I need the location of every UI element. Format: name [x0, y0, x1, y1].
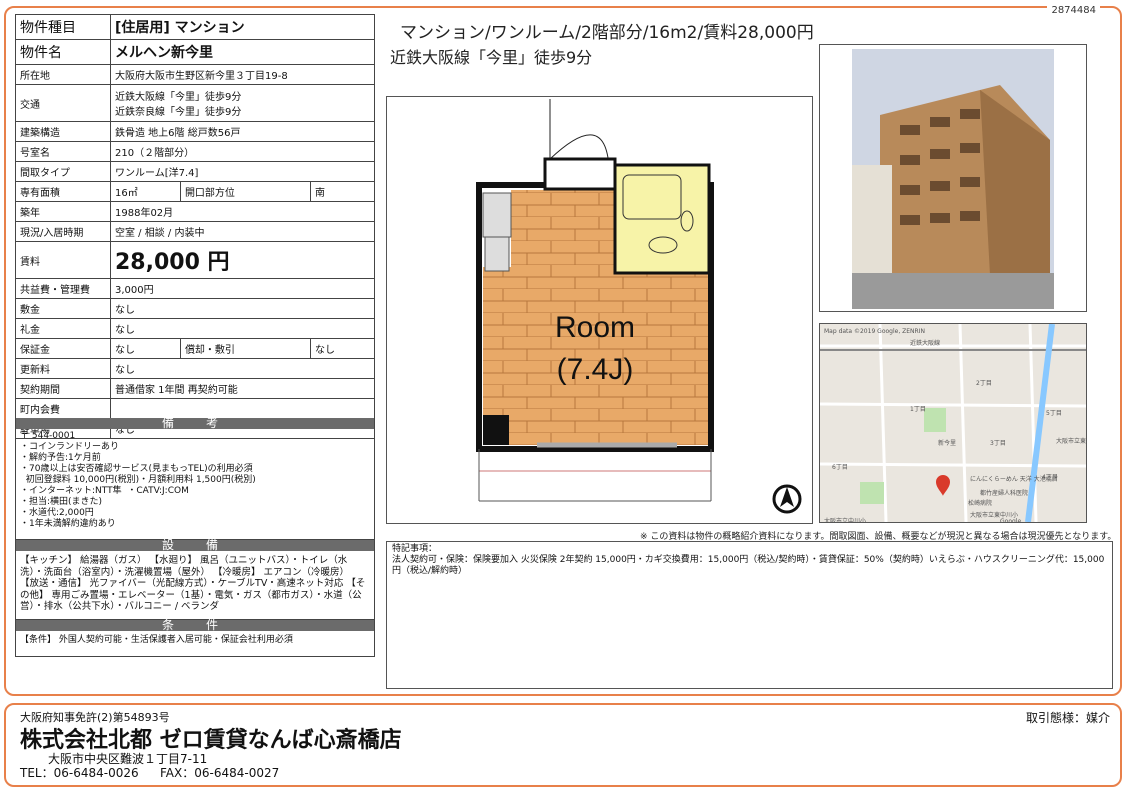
spec-value: なし — [110, 338, 181, 359]
equipment-box: 設 備 【キッチン】 給湯器（ガス） 【水廻り】 風呂（ユニットバス）・トイレ（… — [15, 539, 375, 620]
map-label: 3丁目 — [990, 440, 1006, 447]
spec-row: 敷金 なし — [15, 298, 375, 319]
spec-label: 敷金 — [15, 298, 111, 319]
spec-value: 28,000 円 — [110, 241, 375, 279]
map-label: Map data ©2019 Google, ZENRIN — [824, 328, 925, 335]
floor-plan: Room (7.4J) — [386, 96, 813, 524]
spec-label: 償却・敷引 — [179, 338, 311, 359]
spec-row: 交通 近鉄大阪線「今里」徒歩9分 近鉄奈良線「今里」徒歩9分 — [15, 84, 375, 122]
listing-title: マンション/ワンルーム/2階部分/16m2/賃料28,000円 — [400, 23, 814, 43]
spec-value: 南 — [309, 181, 376, 202]
spec-row: 保証金 なし 償却・敷引 なし — [15, 338, 376, 359]
spec-label: 開口部方位 — [179, 181, 311, 202]
spec-row: 築年 1988年02月 — [15, 201, 375, 222]
room-size-label: (7.4J) — [557, 353, 634, 386]
spec-value: 普通借家 1年間 再契約可能 — [110, 378, 375, 399]
reference-number: 2874484 — [1047, 5, 1100, 16]
map-label: 大阪市立中川小 — [824, 518, 867, 523]
spec-label: 所在地 — [15, 64, 111, 85]
agency-footer: 大阪府知事免許(2)第54893号 株式会社北都 ゼロ賃貸なんば心斎橋店 大阪市… — [4, 703, 1122, 787]
spec-value: [住居用] マンション — [110, 14, 375, 40]
spec-label: 物件種目 — [15, 14, 111, 40]
map-label: 新今里 — [938, 440, 957, 447]
spec-value: 210（２階部分） — [110, 141, 375, 162]
remarks-heading: 備 考 — [16, 417, 374, 429]
special-notes: 特記事項： 法人契約可・保険：保険要加入 火災保険 2年契約 15,000円・カ… — [386, 541, 1113, 689]
spec-row: 契約期間 普通借家 1年間 再契約可能 — [15, 378, 375, 399]
spec-row: 号室名 210（２階部分） — [15, 141, 375, 162]
map-label: 1丁目 — [910, 406, 926, 413]
fax-number: FAX：06-6484-0027 — [160, 766, 280, 780]
map-label: にんにくらーめん 天洋 大池橋店 — [970, 476, 1058, 483]
spec-label: 更新料 — [15, 358, 111, 379]
spec-row: 物件種目 [住居用] マンション — [15, 14, 375, 40]
spec-value: なし — [309, 338, 376, 359]
map-label: 2丁目 — [976, 380, 992, 387]
transaction-type: 取引態様：媒介 — [1025, 711, 1110, 725]
spec-label: 間取タイプ — [15, 161, 111, 182]
spec-value: メルヘン新今里 — [110, 39, 375, 65]
map-label: 都竹産婦人科医院 — [980, 490, 1029, 497]
spec-label: 専有面積 — [15, 181, 111, 202]
spec-value — [110, 398, 375, 419]
remarks-box: 備 考 〒 544-0001 ・コインランドリーあり ・解約予告:1ケ月前 ・7… — [15, 417, 375, 540]
spec-label: 建築構造 — [15, 121, 111, 142]
spec-label: 保証金 — [15, 338, 111, 359]
spec-row: 現況/入居時期 空室 / 相談 / 内装中 — [15, 221, 375, 242]
conditions-text: 【条件】 外国人契約可能・生活保護者入居可能・保証会社利用必須 — [20, 635, 293, 645]
spec-row: 建築構造 鉄骨造 地上6階 総戸数56戸 — [15, 121, 375, 142]
property-spec-table: 物件種目 [住居用] マンション 物件名 メルヘン新今里 所在地 大阪府大阪市生野区新今里… — [15, 14, 376, 439]
spec-value: 空室 / 相談 / 内装中 — [110, 221, 375, 242]
spec-value: なし — [110, 298, 375, 319]
spec-row: 共益費・管理費 3,000円 — [15, 278, 375, 299]
spec-value: ワンルーム[洋7.4] — [110, 161, 375, 182]
map-label: 6丁目 — [832, 464, 848, 471]
spec-value: 16㎡ — [110, 181, 181, 202]
room-label: Room — [555, 311, 635, 344]
spec-row: 物件名 メルヘン新今里 — [15, 39, 375, 65]
spec-value: なし — [110, 358, 375, 379]
map-label: 大阪市立東生野中 — [1056, 438, 1087, 445]
spec-value: なし — [110, 318, 375, 339]
phone-number: TEL：06-6484-0026 — [20, 766, 139, 780]
map-label: Google — [1000, 518, 1022, 523]
spec-label: 礼金 — [15, 318, 111, 339]
map-label: 松崎病院 — [968, 500, 993, 507]
spec-label: 町内会費 — [15, 398, 111, 419]
spec-row: 礼金 なし — [15, 318, 375, 339]
spec-value: 鉄骨造 地上6階 総戸数56戸 — [110, 121, 375, 142]
spec-label: 築年 — [15, 201, 111, 222]
spec-value: 3,000円 — [110, 278, 375, 299]
spec-value: 近鉄大阪線「今里」徒歩9分 近鉄奈良線「今里」徒歩9分 — [110, 84, 375, 122]
spec-row: 間取タイプ ワンルーム[洋7.4] — [15, 161, 375, 182]
spec-label: 現況/入居時期 — [15, 221, 111, 242]
conditions-heading: 条 件 — [16, 619, 374, 631]
conditions-box: 条 件 【条件】 外国人契約可能・生活保護者入居可能・保証会社利用必須 — [15, 619, 375, 657]
floor-plan-drawing: Room (7.4J) — [476, 99, 802, 514]
spec-label: 号室名 — [15, 141, 111, 162]
spec-row: 専有面積 16㎡ 開口部方位南 — [15, 181, 376, 202]
building-photo — [819, 44, 1087, 312]
spec-value: 大阪府大阪市生野区新今里３丁目19-8 — [110, 64, 375, 85]
spec-value: 1988年02月 — [110, 201, 375, 222]
equipment-text: 【キッチン】 給湯器（ガス） 【水廻り】 風呂（ユニットバス）・トイレ（水洗）・… — [20, 555, 366, 612]
spec-row: 更新料 なし — [15, 358, 375, 379]
equipment-heading: 設 備 — [16, 539, 374, 551]
remarks-text: 〒 544-0001 ・コインランドリーあり ・解約予告:1ケ月前 ・70歳以上… — [20, 431, 256, 529]
spec-label: 交通 — [15, 84, 111, 122]
area-map: 近鉄大阪線 新今里 2丁目 1丁目 3丁目 4丁目 5丁目 6丁目 にんにくらーめん 天洋 大池… — [819, 323, 1087, 523]
spec-row: 賃料 28,000 円 — [15, 241, 375, 279]
spec-label: 共益費・管理費 — [15, 278, 111, 299]
map-label: 5丁目 — [1046, 410, 1062, 417]
spec-label: 契約期間 — [15, 378, 111, 399]
listing-subtitle: 近鉄大阪線「今里」徒歩9分 — [390, 48, 593, 67]
spec-label: 物件名 — [15, 39, 111, 65]
spec-label: 賃料 — [15, 241, 111, 279]
spec-row: 所在地 大阪府大阪市生野区新今里３丁目19-8 — [15, 64, 375, 85]
map-label: 近鉄大阪線 — [910, 340, 941, 347]
